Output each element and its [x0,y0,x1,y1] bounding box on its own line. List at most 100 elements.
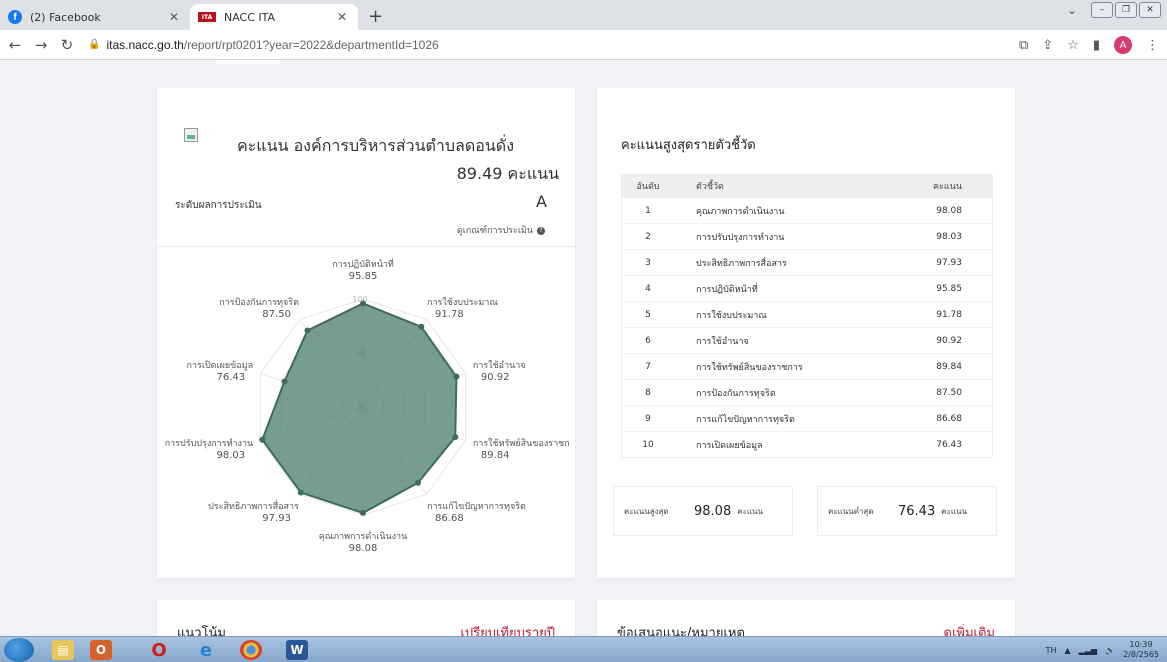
chevron-up-icon[interactable]: ▲ [1064,646,1070,655]
office-icon[interactable]: O [90,640,112,660]
row-rank: 7 [645,361,651,372]
star-icon[interactable]: ☆ [1067,38,1079,53]
radar-axis-value: 97.93 [262,513,291,524]
radar-data-point [281,378,288,385]
row-rank: 1 [645,205,651,216]
radar-axis-label: การเปิดเผยข้อมูล [187,360,254,371]
row-score: 98.03 [936,231,962,242]
radar-axis-value: 89.84 [481,450,510,461]
row-indicator: การแก้ไขปัญหาการทุจริต [696,414,795,425]
row-score: 97.93 [936,257,962,268]
opera-icon[interactable]: O [148,640,170,661]
reload-icon[interactable]: ↻ [56,36,78,54]
header-rank: อันดับ [636,182,660,192]
row-rank: 5 [645,309,651,320]
browser-tab-bar: f (2) Facebook ✕ ITA NACC ITA ✕ + ⌄ – ❐ … [0,0,1167,30]
lock-icon[interactable]: 🔒 [88,39,100,50]
ranking-card: คะแนนสูงสุดรายตัวชี้วัด อันดับ ตัวชี้วัด… [597,88,1015,578]
row-indicator: ประสิทธิภาพการสื่อสาร [696,258,787,269]
share-icon[interactable]: ⇪ [1042,38,1053,53]
radar-data-point [453,373,460,380]
table-header: อันดับ ตัวชี้วัด คะแนน [622,175,992,197]
file-explorer-icon[interactable]: ▤ [52,640,74,660]
start-button[interactable] [4,638,34,662]
table-row: 3 ประสิทธิภาพการสื่อสาร 97.93 [622,249,992,275]
forward-icon[interactable]: → [30,36,52,54]
radar-data-point [360,300,366,307]
radar-axis-value: 98.08 [349,543,378,554]
table-row: 2 การปรับปรุงการทำงาน 98.03 [622,223,992,249]
taskbar: ▤ O O e W TH ▲ ▂▃▅ 🔈 10:39 2/8/2565 [0,636,1167,662]
translate-icon[interactable]: ⧉ [1019,38,1028,53]
min-score-box: คะแนนต่ำสุด 76.43 คะแนน [817,486,997,536]
language-indicator[interactable]: TH [1046,646,1057,655]
radar-data-point [304,327,311,334]
clock-time: 10:39 [1129,640,1153,649]
radar-data-point [360,509,366,516]
row-indicator: การป้องกันการทุจริต [696,388,776,399]
row-rank: 9 [645,413,651,424]
back-icon[interactable]: ← [4,36,26,54]
close-icon[interactable]: ✕ [166,10,182,24]
row-indicator: การปฏิบัติหน้าที่ [696,284,758,295]
score-card: คะแนน องค์การบริหารส่วนตำบลดอนดั่ง 89.49… [157,88,575,578]
radar-data-area [261,302,458,515]
restore-button[interactable]: ❐ [1115,2,1137,18]
max-value: 98.08 [694,503,732,519]
tab-title: (2) Facebook [30,10,101,24]
page-top-strip [216,60,280,64]
row-indicator: การใช้อำนาจ [696,336,749,347]
row-score: 91.78 [936,309,962,320]
radar-axis-label: คุณภาพการดำเนินงาน [319,531,408,542]
row-rank: 2 [645,231,651,242]
close-icon[interactable]: ✕ [334,10,350,24]
side-panel-icon[interactable]: ▮ [1093,38,1100,53]
ita-logo-icon: ITA [198,12,216,22]
row-indicator: การใช้งบประมาณ [696,310,767,321]
row-indicator: การใช้ทรัพย์สินของราชการ [696,362,803,373]
volume-icon[interactable]: 🔈 [1105,646,1115,655]
window-controls: ⌄ – ❐ ✕ [1067,2,1161,18]
table-row: 8 การป้องกันการทุจริต 87.50 [622,379,992,405]
row-score: 86.68 [936,413,962,424]
tab-facebook[interactable]: f (2) Facebook ✕ [0,4,190,30]
row-score: 95.85 [936,283,962,294]
radar-axis-value: 95.85 [349,271,378,282]
row-rank: 10 [642,439,654,450]
table-row: 4 การปฏิบัติหน้าที่ 95.85 [622,275,992,301]
new-tab-button[interactable]: + [368,6,383,27]
max-label: คะแนนสูงสุด [624,506,669,516]
internet-explorer-icon[interactable]: e [195,640,217,661]
radar-data-point [418,323,425,330]
table-body: 1 คุณภาพการดำเนินงาน 98.08 2 การปรับปรุงการท… [622,197,992,457]
table-row: 5 การใช้งบประมาณ 91.78 [622,301,992,327]
row-rank: 6 [645,335,651,346]
menu-icon[interactable]: ⋮ [1146,38,1159,53]
word-icon[interactable]: W [286,640,308,660]
radar-axis-label: การปฏิบัติหน้าที่ [332,257,394,270]
minimize-button[interactable]: – [1091,2,1113,18]
radar-axis-label: ประสิทธิภาพการสื่อสาร [208,499,299,512]
close-window-button[interactable]: ✕ [1139,2,1161,18]
min-unit: คะแนน [941,506,967,516]
row-indicator: คุณภาพการดำเนินงาน [696,206,785,217]
max-score-box: คะแนนสูงสุด 98.08 คะแนน [613,486,793,536]
url-field[interactable]: itas.nacc.go.th/report/rpt0201?year=2022… [106,38,438,52]
row-indicator: การเปิดเผยข้อมูล [696,440,763,451]
network-icon[interactable]: ▂▃▅ [1079,646,1097,655]
radar-axis-value: 91.78 [435,309,464,320]
address-bar: ← → ↻ 🔒 itas.nacc.go.th/report/rpt0201?y… [0,30,1167,60]
clock[interactable]: 10:39 2/8/2565 [1123,640,1159,660]
tab-nacc-ita[interactable]: ITA NACC ITA ✕ [190,4,358,30]
radar-axis-value: 90.92 [481,372,510,383]
min-value: 76.43 [898,503,936,519]
radar-axis-label: การป้องกันการทุจริต [219,297,299,308]
row-score: 98.08 [936,205,962,216]
row-indicator: การปรับปรุงการทำงาน [696,232,785,243]
profile-avatar[interactable]: A [1114,36,1132,54]
chrome-icon[interactable] [240,640,262,660]
chevron-down-icon[interactable]: ⌄ [1067,3,1077,17]
suggestion-card: ข้อเสนอแนะ/หมายเหตุ ดูเพิ่มเติม [597,600,1015,641]
url-path: /report/rpt0201?year=2022&departmentId=1… [183,37,439,52]
radar-axis-value: 98.03 [217,450,246,461]
